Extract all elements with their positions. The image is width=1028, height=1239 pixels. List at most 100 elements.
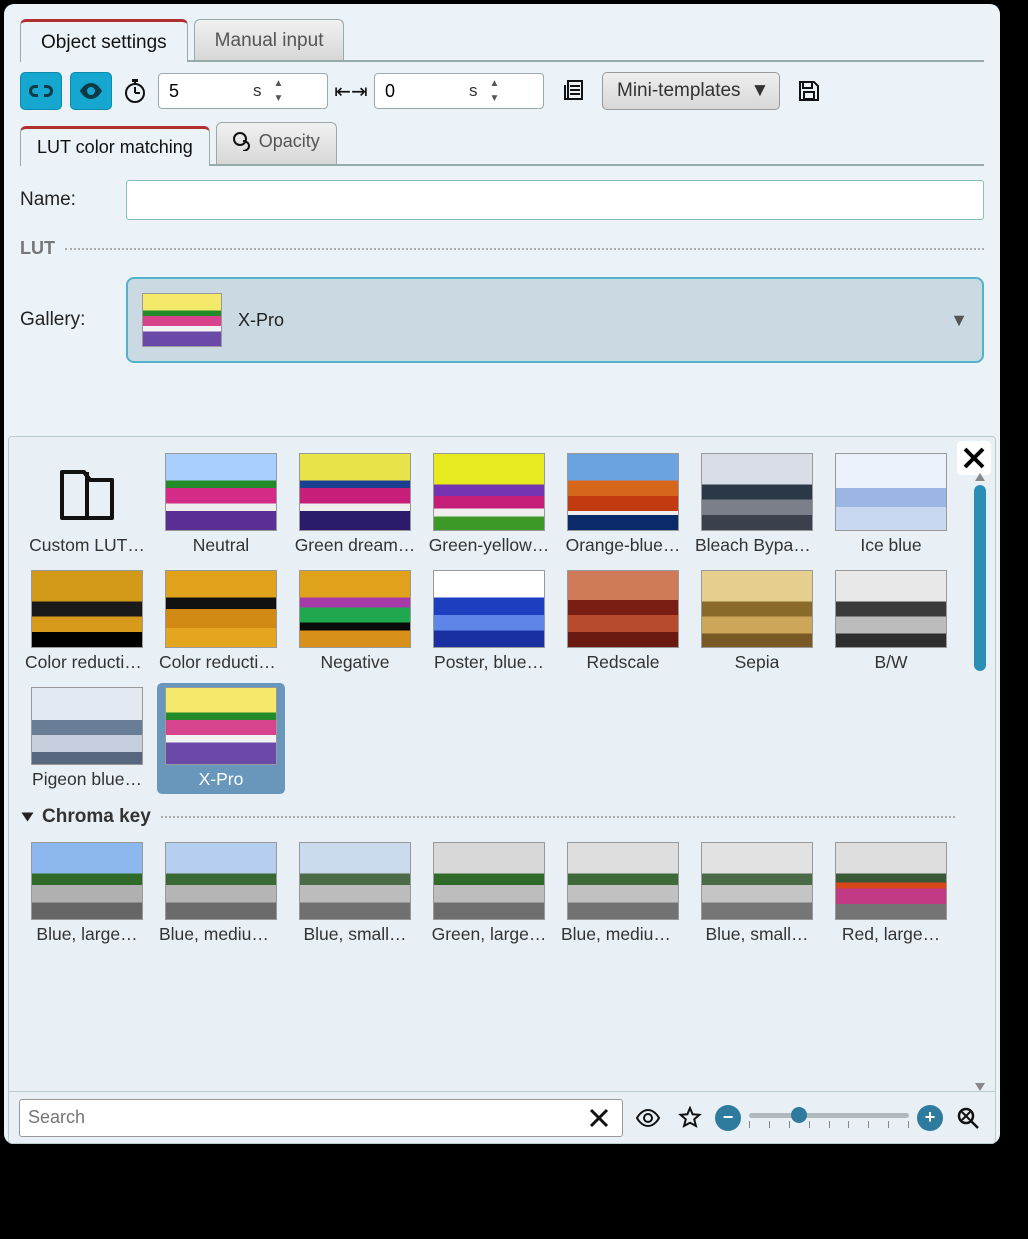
gallery-item-custom[interactable]: Custom LUT…	[23, 449, 151, 560]
gallery-item-label: Orange-blue…	[566, 535, 681, 556]
offset-input[interactable]	[383, 80, 463, 103]
gallery-selected-thumb	[142, 293, 222, 347]
close-icon	[962, 446, 986, 470]
gallery-item-green-dream[interactable]: Green dream…	[291, 449, 419, 560]
gallery-item-label: Poster, blue…	[434, 652, 544, 673]
gallery-item-label: Color reduction…	[159, 652, 283, 673]
opacity-label: Opacity	[259, 131, 320, 152]
zoom-in-button[interactable]: +	[917, 1105, 943, 1131]
duration-input[interactable]	[167, 80, 247, 103]
gallery-item-color-red-b[interactable]: Color reduction…	[157, 566, 285, 677]
chroma-item-blue-small[interactable]: Blue, small…	[291, 838, 419, 949]
gallery-selected-label: X-Pro	[238, 310, 284, 331]
tab-opacity[interactable]: Opacity	[216, 122, 337, 165]
chroma-section-header[interactable]: Chroma key	[23, 806, 955, 828]
stopwatch-icon	[120, 72, 150, 110]
gallery-item-label: Blue, medium…	[159, 924, 283, 945]
gallery-item-orange-blue[interactable]: Orange-blue…	[559, 449, 687, 560]
offset-field[interactable]: s ▲▼	[374, 73, 544, 109]
chroma-item-red-large[interactable]: Red, large…	[827, 838, 955, 949]
search-box[interactable]	[19, 1099, 623, 1137]
chroma-item-blue-large[interactable]: Blue, large…	[23, 838, 151, 949]
gallery-item-label: Pigeon blue…	[32, 769, 142, 790]
tab-lut[interactable]: LUT color matching	[20, 126, 210, 166]
chroma-item-blue-med2[interactable]: Blue, medium…	[559, 838, 687, 949]
gallery-row: Gallery: X-Pro ▼	[20, 277, 984, 363]
gallery-item-negative[interactable]: Negative	[291, 566, 419, 677]
gallery-item-color-red-a[interactable]: Color reduction…	[23, 566, 151, 677]
chroma-item-green-large[interactable]: Green, large…	[425, 838, 553, 949]
collapse-icon	[22, 813, 34, 822]
layout-icon[interactable]	[552, 72, 594, 110]
gallery-item-label: Custom LUT…	[29, 535, 145, 556]
gallery-item-redscale[interactable]: Redscale	[559, 566, 687, 677]
offset-down[interactable]: ▼	[488, 92, 502, 106]
gallery-item-label: Green dream…	[295, 535, 416, 556]
chevron-down-icon: ▼	[751, 80, 770, 102]
name-row: Name:	[20, 180, 984, 220]
gallery-item-label: Color reduction…	[25, 652, 149, 673]
zoom-out-button[interactable]: −	[715, 1105, 741, 1131]
duration-down[interactable]: ▼	[272, 92, 286, 106]
duration-unit: s	[253, 81, 262, 101]
gallery-bottom-bar: − +	[9, 1091, 995, 1143]
folder-icon	[47, 453, 127, 531]
close-button[interactable]	[957, 441, 991, 475]
gallery-item-label: Bleach Bypass…	[695, 535, 819, 556]
gallery-item-label: Green-yellow…	[429, 535, 550, 556]
eye-icon	[635, 1109, 661, 1127]
lut-header-label: LUT	[20, 238, 55, 259]
save-icon[interactable]	[788, 72, 830, 110]
mini-templates-dropdown[interactable]: Mini-templates ▼	[602, 72, 780, 110]
gallery-item-label: X-Pro	[199, 769, 244, 790]
clear-search-button[interactable]	[582, 1101, 616, 1135]
name-input[interactable]	[126, 180, 984, 220]
scrollbar-thumb[interactable]	[974, 485, 986, 671]
duration-field[interactable]: s ▲▼	[158, 73, 328, 109]
gallery-item-label: Blue, large…	[36, 924, 137, 945]
lut-section-header: LUT	[20, 238, 984, 259]
gallery-item-label: Neutral	[193, 535, 249, 556]
gallery-item-label: Green, large…	[432, 924, 547, 945]
duration-up[interactable]: ▲	[272, 77, 286, 91]
visibility-toggle-button[interactable]	[70, 72, 112, 110]
scrollbar[interactable]	[973, 485, 987, 1079]
gallery-item-label: Blue, small…	[705, 924, 808, 945]
preview-toggle[interactable]	[631, 1101, 665, 1135]
tab-object-settings[interactable]: Object settings	[20, 19, 188, 62]
gallery-dropdown[interactable]: X-Pro ▼	[126, 277, 984, 363]
gallery-item-xpro[interactable]: X-Pro	[157, 683, 285, 794]
gallery-item-poster[interactable]: Poster, blue…	[425, 566, 553, 677]
name-label: Name:	[20, 189, 110, 211]
gallery-label: Gallery:	[20, 309, 110, 331]
lut-grid: Custom LUT… Neutral Green dream… Green-y…	[23, 449, 955, 949]
tab-manual-input[interactable]: Manual input	[194, 19, 345, 60]
gallery-item-label: B/W	[874, 652, 907, 673]
top-tab-bar: Object settings Manual input	[20, 12, 984, 62]
chevron-down-icon: ▼	[950, 310, 968, 331]
gallery-item-sepia[interactable]: Sepia	[693, 566, 821, 677]
gallery-item-neutral[interactable]: Neutral	[157, 449, 285, 560]
gallery-item-green-yellow[interactable]: Green-yellow…	[425, 449, 553, 560]
gallery-item-label: Blue, medium…	[561, 924, 685, 945]
opacity-icon	[233, 131, 253, 151]
width-icon: ⇤⇥	[336, 72, 366, 110]
magnifier-icon	[956, 1106, 980, 1130]
toolbar: s ▲▼ ⇤⇥ s ▲▼ Mini-templates ▼	[20, 72, 984, 110]
gallery-item-pigeon[interactable]: Pigeon blue…	[23, 683, 151, 794]
gallery-item-bw[interactable]: B/W	[827, 566, 955, 677]
zoom-reset-button[interactable]	[951, 1101, 985, 1135]
gallery-item-bleach[interactable]: Bleach Bypass…	[693, 449, 821, 560]
mini-templates-label: Mini-templates	[617, 80, 741, 102]
zoom-slider[interactable]	[749, 1103, 909, 1133]
gallery-item-label: Redscale	[587, 652, 660, 673]
gallery-item-label: Red, large…	[842, 924, 940, 945]
gallery-item-label: Ice blue	[860, 535, 921, 556]
link-toggle-button[interactable]	[20, 72, 62, 110]
offset-up[interactable]: ▲	[488, 77, 502, 91]
search-input[interactable]	[26, 1106, 582, 1129]
favorite-toggle[interactable]	[673, 1101, 707, 1135]
chroma-item-blue-med[interactable]: Blue, medium…	[157, 838, 285, 949]
gallery-item-ice[interactable]: Ice blue	[827, 449, 955, 560]
chroma-item-blue-small2[interactable]: Blue, small…	[693, 838, 821, 949]
